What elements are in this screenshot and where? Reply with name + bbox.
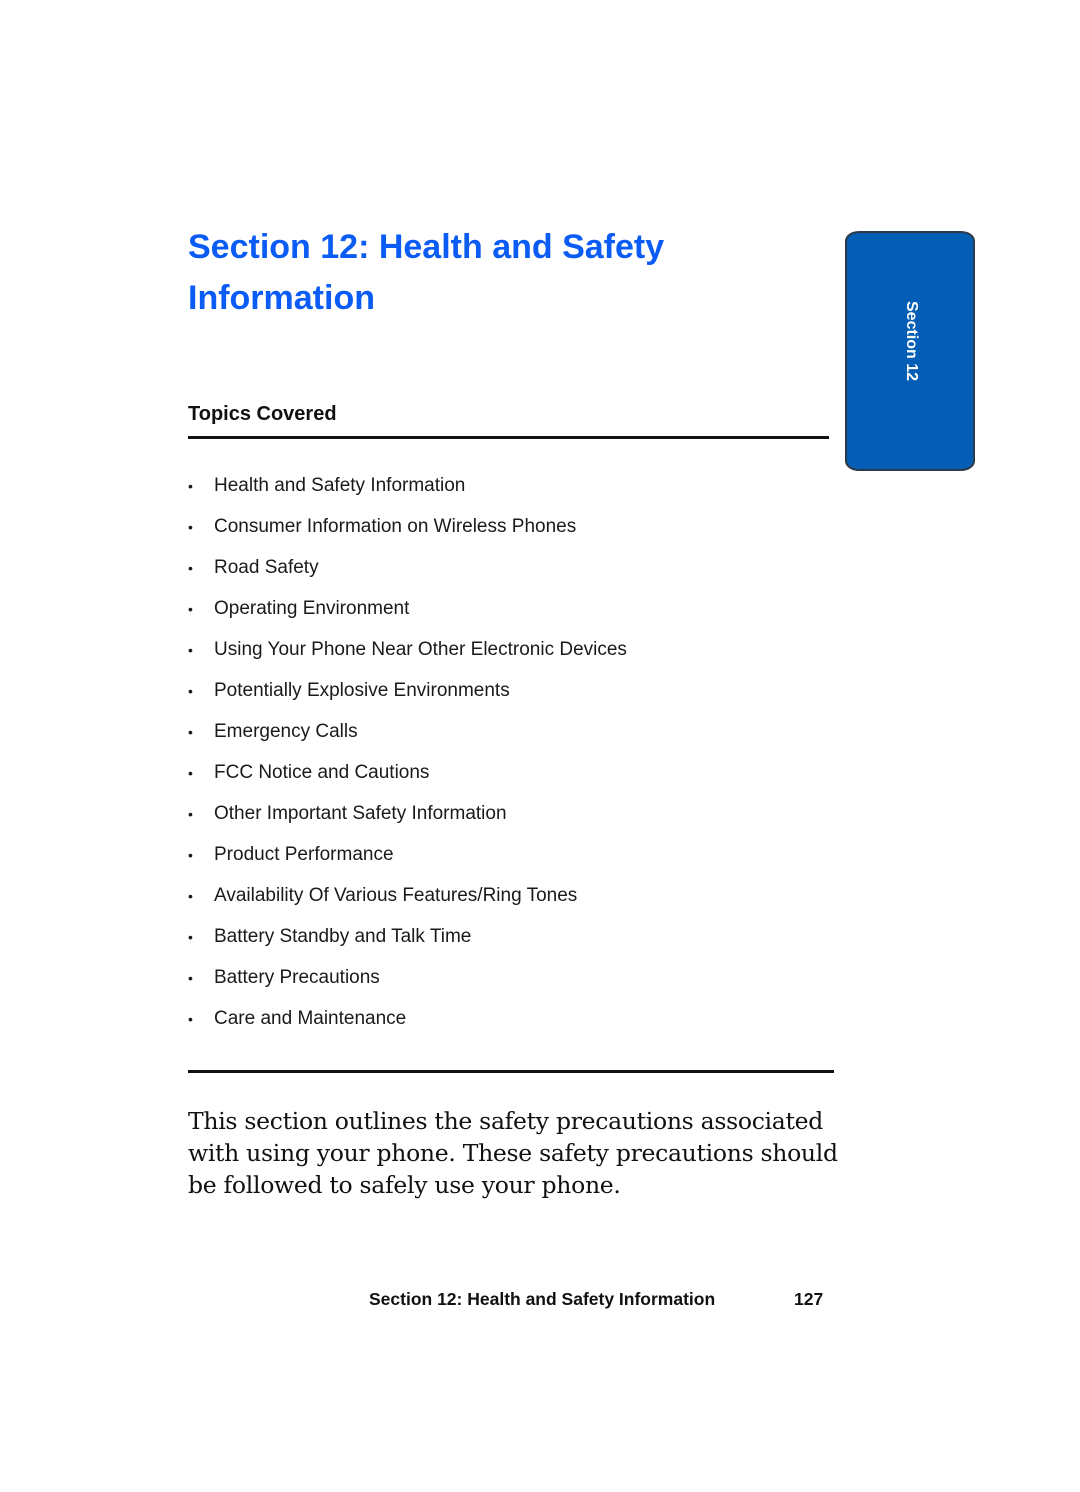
topic-item: • Battery Standby and Talk Time	[188, 921, 627, 962]
topic-item: • Using Your Phone Near Other Electronic …	[188, 634, 627, 675]
topic-label: Road Safety	[214, 557, 319, 578]
topics-list: • Health and Safety Information • Consumer…	[188, 470, 627, 1044]
topic-item: • Consumer Information on Wireless Phones	[188, 511, 627, 552]
topic-item: • Operating Environment	[188, 593, 627, 634]
topic-item: • FCC Notice and Cautions	[188, 757, 627, 798]
bullet-icon: •	[188, 847, 193, 863]
topics-top-divider	[188, 436, 829, 439]
bullet-icon: •	[188, 560, 193, 576]
bullet-icon: •	[188, 929, 193, 945]
section-side-tab: Section 12	[845, 231, 975, 471]
topic-item: • Potentially Explosive Environments	[188, 675, 627, 716]
bullet-icon: •	[188, 970, 193, 986]
topic-label: Battery Precautions	[214, 967, 380, 988]
topic-item: • Emergency Calls	[188, 716, 627, 757]
bullet-icon: •	[188, 765, 193, 781]
topic-item: • Other Important Safety Information	[188, 798, 627, 839]
topic-label: Using Your Phone Near Other Electronic D…	[214, 639, 627, 660]
topic-label: Emergency Calls	[214, 721, 358, 742]
topic-item: • Care and Maintenance	[188, 1003, 627, 1044]
bullet-icon: •	[188, 806, 193, 822]
topics-covered-heading: Topics Covered	[188, 403, 337, 425]
topic-label: Care and Maintenance	[214, 1008, 407, 1029]
topic-item: • Product Performance	[188, 839, 627, 880]
topic-label: FCC Notice and Cautions	[214, 762, 430, 783]
topic-label: Other Important Safety Information	[214, 803, 507, 824]
bullet-icon: •	[188, 1011, 193, 1027]
topic-label: Product Performance	[214, 844, 394, 865]
topic-item: • Availability Of Various Features/Ring T…	[188, 880, 627, 921]
topic-label: Potentially Explosive Environments	[214, 680, 510, 701]
topic-label: Health and Safety Information	[214, 475, 466, 496]
topic-label: Battery Standby and Talk Time	[214, 926, 472, 947]
page-title: Section 12: Health and Safety Informatio…	[188, 228, 665, 317]
bullet-icon: •	[188, 683, 193, 699]
topics-bottom-divider	[188, 1070, 834, 1073]
bullet-icon: •	[188, 519, 193, 535]
topic-label: Operating Environment	[214, 598, 410, 619]
intro-paragraph: This section outlines the safety precaut…	[188, 1107, 838, 1199]
page-number: 127	[794, 1289, 824, 1309]
bullet-icon: •	[188, 601, 193, 617]
section-tab-label: Section 12	[903, 301, 920, 382]
bullet-icon: •	[188, 478, 193, 494]
topic-item: • Battery Precautions	[188, 962, 627, 1003]
topic-label: Availability Of Various Features/Ring To…	[214, 885, 578, 906]
bullet-icon: •	[188, 642, 193, 658]
bullet-icon: •	[188, 888, 193, 904]
topic-item: • Health and Safety Information	[188, 470, 627, 511]
topic-item: • Road Safety	[188, 552, 627, 593]
bullet-icon: •	[188, 724, 193, 740]
topic-label: Consumer Information on Wireless Phones	[214, 516, 577, 537]
footer-running-title: Section 12: Health and Safety Informatio…	[369, 1289, 716, 1309]
